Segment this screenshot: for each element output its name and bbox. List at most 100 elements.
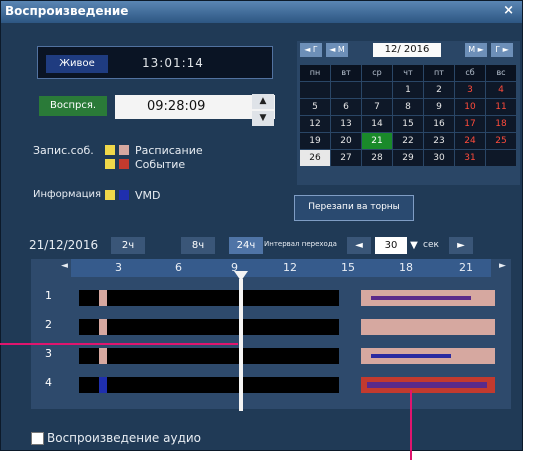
live-time-panel: Живое 13:01:14 [37, 46, 273, 79]
calendar-day[interactable]: 27 [331, 150, 361, 166]
range-24h-button[interactable]: 24ч [229, 237, 263, 254]
playback-window: Воспроизведение × Живое 13:01:14 Воспрся… [0, 0, 523, 451]
channel-row-3[interactable]: 3 [31, 343, 511, 369]
calendar-day[interactable]: 12 [300, 116, 330, 132]
audio-checkbox[interactable] [31, 432, 44, 445]
channel-row-1[interactable]: 1 [31, 285, 511, 311]
calendar-day[interactable]: 16 [424, 116, 454, 132]
event-color-swatch [119, 159, 129, 169]
calendar-day[interactable]: 14 [362, 116, 392, 132]
calendar-day[interactable]: 25 [486, 133, 516, 149]
recording-track [79, 290, 339, 306]
calendar-day[interactable]: 5 [300, 99, 330, 115]
playback-time-input[interactable]: 09:28:09 [115, 95, 275, 119]
calendar-day[interactable]: 22 [393, 133, 423, 149]
title-bar[interactable]: Воспроизведение × [1, 1, 522, 23]
callout-line-event [410, 390, 412, 460]
calendar-day[interactable]: 28 [362, 150, 392, 166]
prev-month-button[interactable]: ◄ М [326, 43, 348, 57]
calendar-day[interactable]: 23 [424, 133, 454, 149]
weekday-header: пн [300, 65, 330, 81]
calendar-day[interactable]: 17 [455, 116, 485, 132]
calendar-day[interactable]: 26 [300, 150, 330, 166]
calendar-day[interactable]: 10 [455, 99, 485, 115]
vmd-segment [99, 377, 107, 393]
interval-dropdown-icon[interactable]: ▼ [409, 237, 419, 254]
live-label: Живое [46, 55, 108, 73]
weekday-header: пт [424, 65, 454, 81]
info-legend-label: Информация [33, 189, 102, 200]
channel-row-2[interactable]: 2 [31, 314, 511, 340]
channel-number: 4 [45, 376, 52, 389]
export-button[interactable]: Перезапи ва торны [294, 195, 414, 221]
calendar-day[interactable]: 15 [393, 116, 423, 132]
hour-tick: 12 [283, 261, 297, 274]
hour-tick: 21 [459, 261, 473, 274]
interval-value[interactable]: 30 [375, 237, 407, 254]
calendar-day[interactable]: 1 [393, 82, 423, 98]
channel-row-4[interactable]: 4 [31, 372, 511, 398]
next-month-button[interactable]: М ► [465, 43, 487, 57]
vmd-segment [367, 382, 487, 388]
playback-time-panel: Воспрся. 09:28:09 [37, 91, 275, 123]
calendar-day[interactable]: 18 [486, 116, 516, 132]
calendar-day[interactable]: 4 [486, 82, 516, 98]
prev-year-button[interactable]: ◄ Г [300, 43, 322, 57]
schedule-color-swatch [119, 145, 129, 155]
calendar-day[interactable]: 6 [331, 99, 361, 115]
timeline[interactable]: 3 6 9 12 15 18 21 ◄ ► 1 2 3 4 [31, 259, 511, 409]
calendar: ◄ Г ◄ М 12/ 2016 М ► Г ► пн вт ср чт пт сб вс 1… [297, 41, 520, 185]
audio-label: Воспроизведение аудио [47, 431, 202, 445]
hour-ruler: 3 6 9 12 15 18 21 [71, 259, 491, 277]
timeline-date: 21/12/2016 [29, 238, 99, 252]
calendar-day[interactable]: 21 [362, 133, 392, 149]
hour-tick: 6 [175, 261, 182, 274]
weekday-header: вт [331, 65, 361, 81]
close-icon[interactable]: × [503, 3, 514, 18]
calendar-day[interactable]: 13 [331, 116, 361, 132]
range-2h-button[interactable]: 2ч [111, 237, 145, 254]
calendar-day[interactable]: 8 [393, 99, 423, 115]
interval-prev-button[interactable]: ◄ [347, 237, 371, 254]
calendar-day[interactable]: 7 [362, 99, 392, 115]
time-up-button[interactable]: ▲ [252, 94, 274, 109]
calendar-day[interactable]: 19 [300, 133, 330, 149]
weekday-header: вс [486, 65, 516, 81]
hour-tick: 18 [399, 261, 413, 274]
range-8h-button[interactable]: 8ч [181, 237, 215, 254]
calendar-month: 12/ 2016 [373, 43, 441, 57]
scroll-left-icon[interactable]: ◄ [61, 261, 68, 271]
hour-tick: 15 [341, 261, 355, 274]
scroll-right-icon[interactable]: ► [499, 261, 506, 271]
vmd-segment [371, 296, 471, 300]
calendar-day[interactable]: 24 [455, 133, 485, 149]
calendar-day[interactable]: 29 [393, 150, 423, 166]
calendar-day[interactable]: 11 [486, 99, 516, 115]
recording-track [79, 319, 339, 335]
calendar-empty-cell [300, 82, 330, 98]
calendar-empty-cell [331, 82, 361, 98]
time-down-button[interactable]: ▼ [252, 111, 274, 126]
calendar-day[interactable]: 9 [424, 99, 454, 115]
recording-track [79, 377, 339, 393]
info-color-swatch [105, 145, 115, 155]
vmd-color-swatch [119, 190, 129, 200]
live-time: 13:01:14 [142, 56, 204, 70]
playhead-line[interactable] [239, 279, 243, 411]
interval-next-button[interactable]: ► [449, 237, 473, 254]
event-legend-label: Событие [135, 158, 186, 171]
calendar-day[interactable]: 2 [424, 82, 454, 98]
calendar-day[interactable]: 3 [455, 82, 485, 98]
weekday-header: чт [393, 65, 423, 81]
timeline-toolbar: 21/12/2016 2ч 8ч 24ч Интервал перехода ◄… [29, 235, 511, 257]
calendar-day[interactable]: 30 [424, 150, 454, 166]
rec-legend-label: Запис.соб. [33, 144, 94, 157]
calendar-day[interactable]: 31 [455, 150, 485, 166]
next-year-button[interactable]: Г ► [491, 43, 513, 57]
calendar-day[interactable]: 20 [331, 133, 361, 149]
schedule-legend-label: Расписание [135, 144, 203, 157]
recording-track [79, 348, 339, 364]
info-swatch-3 [105, 190, 115, 200]
window-title: Воспроизведение [5, 4, 129, 18]
weekday-header: сб [455, 65, 485, 81]
